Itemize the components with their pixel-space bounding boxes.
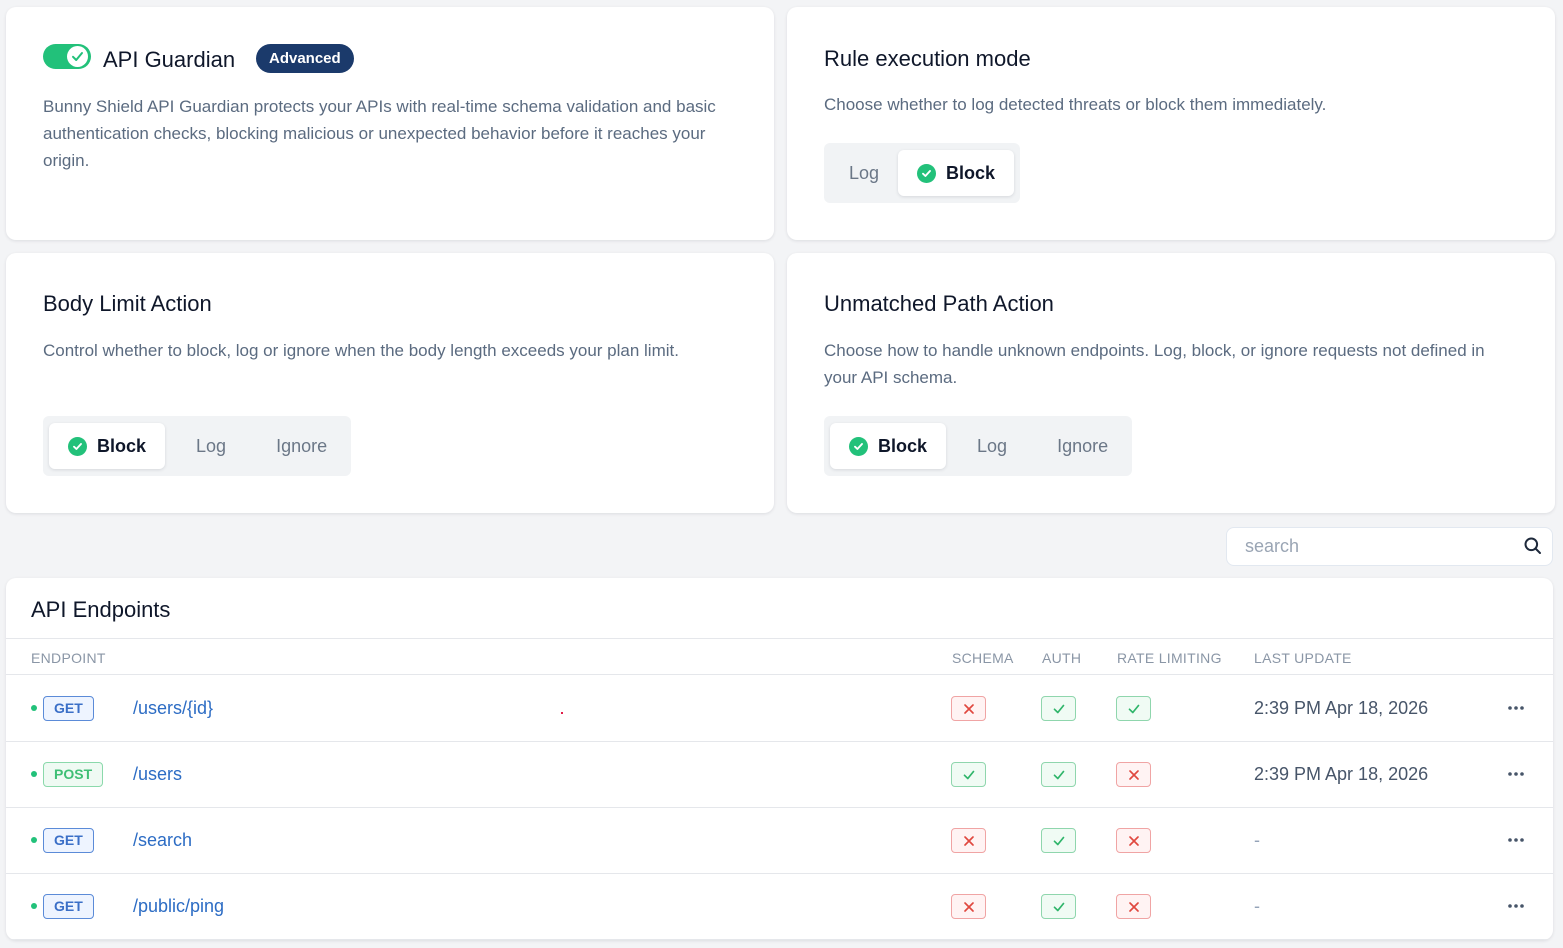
method-badge: GET bbox=[43, 828, 94, 853]
api-endpoints-title: API Endpoints bbox=[31, 597, 171, 622]
body-limit-action-title: Body Limit Action bbox=[43, 291, 212, 316]
more-actions-icon[interactable] bbox=[1504, 828, 1528, 852]
more-actions-icon[interactable] bbox=[1504, 894, 1528, 918]
rule-execution-mode-description: Choose whether to log detected threats o… bbox=[824, 95, 1327, 114]
column-header-auth: AUTH bbox=[1042, 650, 1082, 666]
unmatched-path-block-option[interactable]: Block bbox=[830, 423, 947, 469]
check-circle-icon bbox=[849, 436, 868, 456]
last-update: - bbox=[1254, 896, 1260, 916]
auth-status-check-icon bbox=[1041, 762, 1076, 787]
method-badge: GET bbox=[43, 894, 94, 919]
execution-mode-log-option[interactable]: Log bbox=[830, 150, 898, 196]
rule-execution-mode-title: Rule execution mode bbox=[824, 46, 1031, 71]
schema-status-x-icon bbox=[951, 894, 986, 919]
column-header-endpoint: ENDPOINT bbox=[31, 650, 106, 666]
rate-status-x-icon bbox=[1116, 762, 1151, 787]
status-dot bbox=[31, 705, 37, 711]
endpoint-path-link[interactable]: /public/ping bbox=[133, 894, 224, 919]
auth-status-check-icon bbox=[1041, 696, 1076, 721]
search-input[interactable] bbox=[1245, 528, 1505, 565]
column-header-last-update: LAST UPDATE bbox=[1254, 650, 1352, 666]
rule-execution-mode-card: Rule execution mode Choose whether to lo… bbox=[787, 7, 1555, 240]
option-label: Log bbox=[196, 435, 227, 456]
status-dot bbox=[31, 903, 37, 909]
table-row[interactable]: GET/users/{id} 2:39 PM Apr 18, 2026 bbox=[6, 676, 1553, 742]
unmatched-path-log-option[interactable]: Log bbox=[946, 423, 1038, 469]
unmatched-path-action-card: Unmatched Path Action Choose how to hand… bbox=[787, 253, 1555, 513]
stray-mark bbox=[561, 712, 563, 714]
body-limit-action-description: Control whether to block, log or ignore … bbox=[43, 341, 679, 360]
schema-status-x-icon bbox=[951, 828, 986, 853]
last-update: - bbox=[1254, 830, 1260, 850]
table-header: ENDPOINT SCHEMA AUTH RATE LIMITING LAST … bbox=[6, 639, 1553, 675]
check-circle-icon bbox=[68, 436, 87, 456]
option-label: Log bbox=[977, 435, 1008, 456]
unmatched-path-action-title: Unmatched Path Action bbox=[824, 291, 1054, 316]
method-badge: GET bbox=[43, 696, 94, 721]
unmatched-path-selector: Block Log Ignore bbox=[824, 416, 1133, 476]
status-dot bbox=[31, 837, 37, 843]
endpoint-search bbox=[1226, 527, 1553, 566]
method-badge: POST bbox=[43, 762, 104, 787]
option-label: Block bbox=[946, 162, 996, 183]
body-limit-ignore-option[interactable]: Ignore bbox=[257, 423, 345, 469]
option-label: Log bbox=[849, 162, 880, 183]
table-row[interactable]: POST/users 2:39 PM Apr 18, 2026 bbox=[6, 742, 1553, 808]
unmatched-path-ignore-option[interactable]: Ignore bbox=[1038, 423, 1126, 469]
status-dot bbox=[31, 771, 37, 777]
table-row[interactable]: GET/public/ping - bbox=[6, 874, 1553, 940]
column-header-schema: SCHEMA bbox=[952, 650, 1014, 666]
schema-status-check-icon bbox=[951, 762, 986, 787]
last-update: 2:39 PM Apr 18, 2026 bbox=[1254, 698, 1429, 718]
advanced-badge: Advanced bbox=[256, 44, 354, 73]
api-guardian-toggle[interactable] bbox=[43, 44, 91, 69]
more-actions-icon[interactable] bbox=[1504, 696, 1528, 720]
auth-status-check-icon bbox=[1041, 894, 1076, 919]
execution-mode-selector: Log Block bbox=[824, 143, 1021, 203]
rate-status-check-icon bbox=[1116, 696, 1151, 721]
option-label: Ignore bbox=[276, 435, 328, 456]
auth-status-check-icon bbox=[1041, 828, 1076, 853]
option-label: Block bbox=[878, 435, 928, 456]
execution-mode-block-option[interactable]: Block bbox=[898, 150, 1015, 196]
body-limit-block-option[interactable]: Block bbox=[49, 423, 166, 469]
option-label: Block bbox=[97, 435, 147, 456]
check-circle-icon bbox=[917, 163, 937, 183]
body-limit-selector: Block Log Ignore bbox=[43, 416, 352, 476]
table-row[interactable]: GET/search - bbox=[6, 808, 1553, 874]
option-label: Ignore bbox=[1057, 435, 1109, 456]
column-header-rate-limiting: RATE LIMITING bbox=[1117, 650, 1222, 666]
endpoint-path-link[interactable]: /search bbox=[133, 828, 192, 853]
toggle-check-icon bbox=[67, 46, 88, 67]
unmatched-path-action-description: Choose how to handle unknown endpoints. … bbox=[824, 341, 1485, 387]
search-icon[interactable] bbox=[1523, 536, 1543, 561]
rate-status-x-icon bbox=[1116, 828, 1151, 853]
rate-status-x-icon bbox=[1116, 894, 1151, 919]
last-update: 2:39 PM Apr 18, 2026 bbox=[1254, 764, 1429, 784]
more-actions-icon[interactable] bbox=[1504, 762, 1528, 786]
api-guardian-card: API Guardian Advanced Bunny Shield API G… bbox=[6, 7, 774, 240]
api-endpoints-table: API Endpoints ENDPOINT SCHEMA AUTH RATE … bbox=[6, 578, 1553, 940]
api-guardian-description: Bunny Shield API Guardian protects your … bbox=[43, 97, 716, 170]
api-guardian-title: API Guardian bbox=[103, 47, 236, 72]
body-limit-action-card: Body Limit Action Control whether to blo… bbox=[6, 253, 774, 513]
endpoint-path-link[interactable]: /users bbox=[133, 762, 182, 787]
endpoint-path-link[interactable]: /users/{id} bbox=[133, 696, 213, 721]
body-limit-log-option[interactable]: Log bbox=[165, 423, 257, 469]
schema-status-x-icon bbox=[951, 696, 986, 721]
